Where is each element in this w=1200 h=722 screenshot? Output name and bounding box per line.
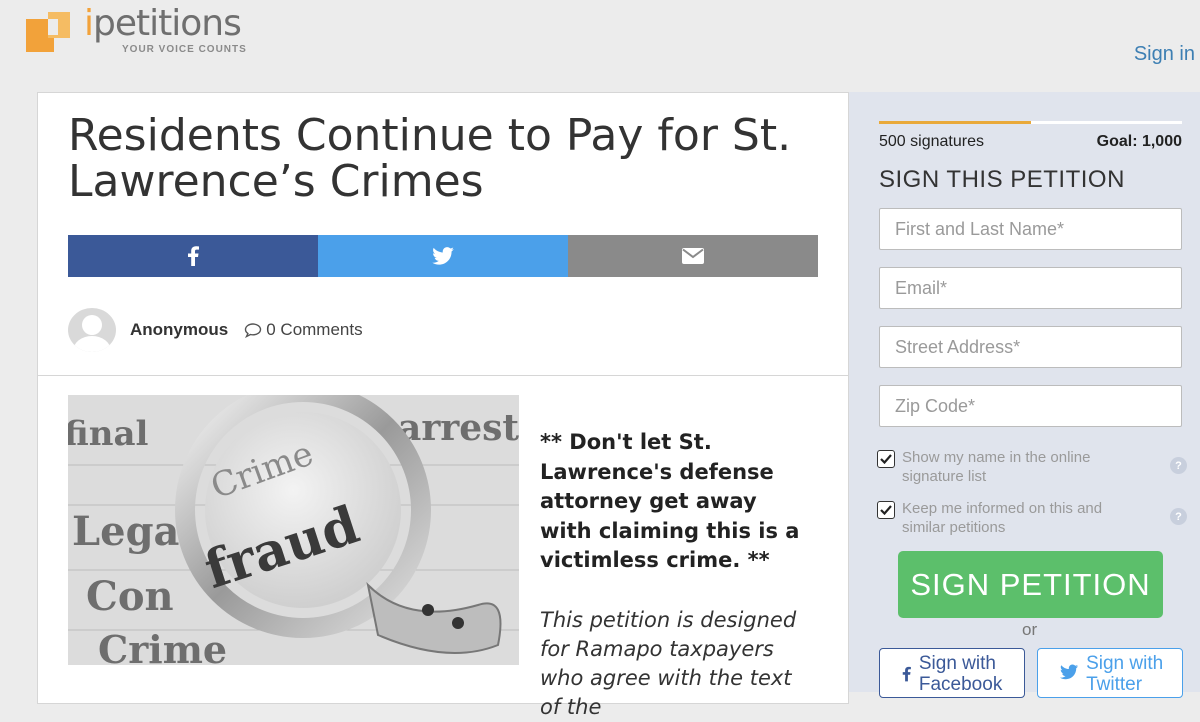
show-name-option: Show my name in the online signature lis… xyxy=(877,448,1187,486)
logo-tagline: YOUR VOICE COUNTS xyxy=(122,44,247,55)
signature-progress-bar xyxy=(879,121,1182,124)
envelope-icon xyxy=(682,248,704,264)
author-row: Anonymous 0 Comments xyxy=(68,308,363,352)
facebook-icon xyxy=(188,246,199,266)
svg-text:Con: Con xyxy=(86,573,174,620)
street-address-field[interactable] xyxy=(879,326,1182,368)
sign-with-facebook-button[interactable]: Sign with Facebook xyxy=(879,648,1025,698)
keep-informed-option: Keep me informed on this and similar pet… xyxy=(877,499,1187,537)
logo-mark-icon xyxy=(26,12,70,52)
sign-petition-button[interactable]: SIGN PETITION xyxy=(898,551,1163,618)
handcuffs-fraud-photo: final arrest Legal Con Crime Crime fraud xyxy=(68,395,519,665)
svg-text:final: final xyxy=(68,414,148,454)
zip-code-field[interactable] xyxy=(879,385,1182,427)
site-logo[interactable]: ipetitions YOUR VOICE COUNTS xyxy=(24,3,254,57)
sign-with-facebook-label: Sign with Facebook xyxy=(918,653,1003,695)
sign-in-link[interactable]: Sign in xyxy=(1134,43,1195,66)
petition-title: Residents Continue to Pay for St. Lawren… xyxy=(68,110,792,207)
svg-text:Crime: Crime xyxy=(98,627,227,665)
help-icon[interactable]: ? xyxy=(1170,457,1187,474)
show-name-checkbox[interactable] xyxy=(877,450,895,468)
sign-petition-heading: SIGN THIS PETITION xyxy=(879,166,1125,193)
checkmark-icon xyxy=(880,454,892,464)
share-email-button[interactable] xyxy=(568,235,818,277)
divider xyxy=(38,375,848,376)
help-icon[interactable]: ? xyxy=(1170,508,1187,525)
email-field[interactable] xyxy=(879,267,1182,309)
svg-text:arrest: arrest xyxy=(398,407,519,449)
petition-description-text: This petition is designed for Ramapo tax… xyxy=(540,608,797,719)
sign-with-twitter-label: Sign with Twitter xyxy=(1086,653,1164,695)
or-separator: or xyxy=(1022,620,1038,639)
keep-informed-label: Keep me informed on this and similar pet… xyxy=(902,500,1103,536)
share-facebook-button[interactable] xyxy=(68,235,318,277)
signature-goal: Goal: 1,000 xyxy=(1096,133,1182,150)
comment-icon xyxy=(245,323,262,338)
checkmark-icon xyxy=(880,505,892,515)
name-field[interactable] xyxy=(879,208,1182,250)
author-name[interactable]: Anonymous xyxy=(130,320,228,340)
comments-count: 0 Comments xyxy=(266,320,363,339)
sign-with-twitter-button[interactable]: Sign with Twitter xyxy=(1037,648,1183,698)
petition-card: Residents Continue to Pay for St. Lawren… xyxy=(37,92,849,719)
signature-progress-fill xyxy=(879,121,1031,124)
show-name-label: Show my name in the online signature lis… xyxy=(902,449,1091,485)
comments-link[interactable]: 0 Comments xyxy=(244,320,363,340)
facebook-icon xyxy=(902,666,911,682)
logo-wordmark: ipetitions xyxy=(84,3,242,44)
share-twitter-button[interactable] xyxy=(318,235,568,277)
keep-informed-checkbox[interactable] xyxy=(877,501,895,519)
twitter-icon xyxy=(432,247,454,265)
avatar xyxy=(68,308,116,352)
twitter-icon xyxy=(1060,664,1079,680)
sign-sidebar: 500 signatures Goal: 1,000 SIGN THIS PET… xyxy=(849,92,1200,698)
share-bar xyxy=(68,235,818,277)
signature-count: 500 signatures xyxy=(879,133,984,150)
petition-highlight-text: ** Don't let St. Lawrence's defense atto… xyxy=(540,430,800,572)
